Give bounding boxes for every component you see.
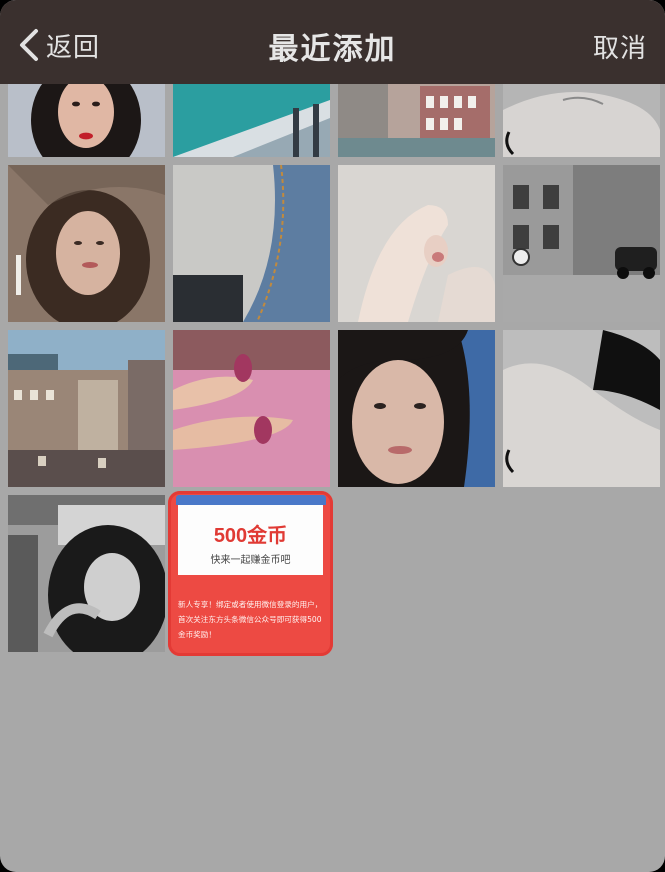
- photo-woman-blue-bg[interactable]: [338, 330, 495, 487]
- photo-woman-blue-bg-image: [338, 330, 495, 487]
- photo-denim-pocket[interactable]: [173, 165, 330, 322]
- promo-top-strip: [176, 495, 326, 505]
- photo-shoulder-bw-image: [503, 330, 660, 487]
- photo-street-bw-image: [503, 165, 660, 322]
- photo-woman-cigarette[interactable]: [8, 165, 165, 322]
- photo-shoulder-bw[interactable]: [503, 330, 660, 487]
- cancel-button[interactable]: 取消: [593, 28, 647, 65]
- promo-coin-card[interactable]: 500金币 快来一起赚金币吧 新人专享！绑定或者使用微信登录的用户，首次关注东方…: [168, 491, 333, 656]
- promo-amount: 500金币: [213, 525, 288, 547]
- photo-fingers-image: [338, 165, 495, 322]
- photo-girl-window-bw[interactable]: [8, 495, 165, 652]
- photo-feet-pink-image: [173, 330, 330, 487]
- promo-description: 新人专享！绑定或者使用微信登录的用户，首次关注东方头条微信公众号即可获得500金…: [178, 600, 323, 639]
- photo-picker-screen: 500金币 快来一起赚金币吧 新人专享！绑定或者使用微信登录的用户，首次关注东方…: [0, 0, 665, 872]
- photo-girl-window-bw-image: [8, 495, 165, 652]
- photo-denim-pocket-image: [173, 165, 330, 322]
- photo-fingers[interactable]: [338, 165, 495, 322]
- photo-feet-pink[interactable]: [173, 330, 330, 487]
- photo-city-rooftops-image: [8, 330, 165, 487]
- page-title: 最近添加: [268, 32, 397, 67]
- photo-city-rooftops[interactable]: [8, 330, 165, 487]
- photo-grid: 500金币 快来一起赚金币吧 新人专享！绑定或者使用微信登录的用户，首次关注东方…: [0, 0, 665, 872]
- photo-woman-cigarette-image: [8, 165, 165, 322]
- photo-street-bw[interactable]: [503, 165, 660, 322]
- promo-subtitle: 快来一起赚金币吧: [210, 555, 291, 566]
- nav-bar: 返回 最近添加 取消: [0, 0, 665, 84]
